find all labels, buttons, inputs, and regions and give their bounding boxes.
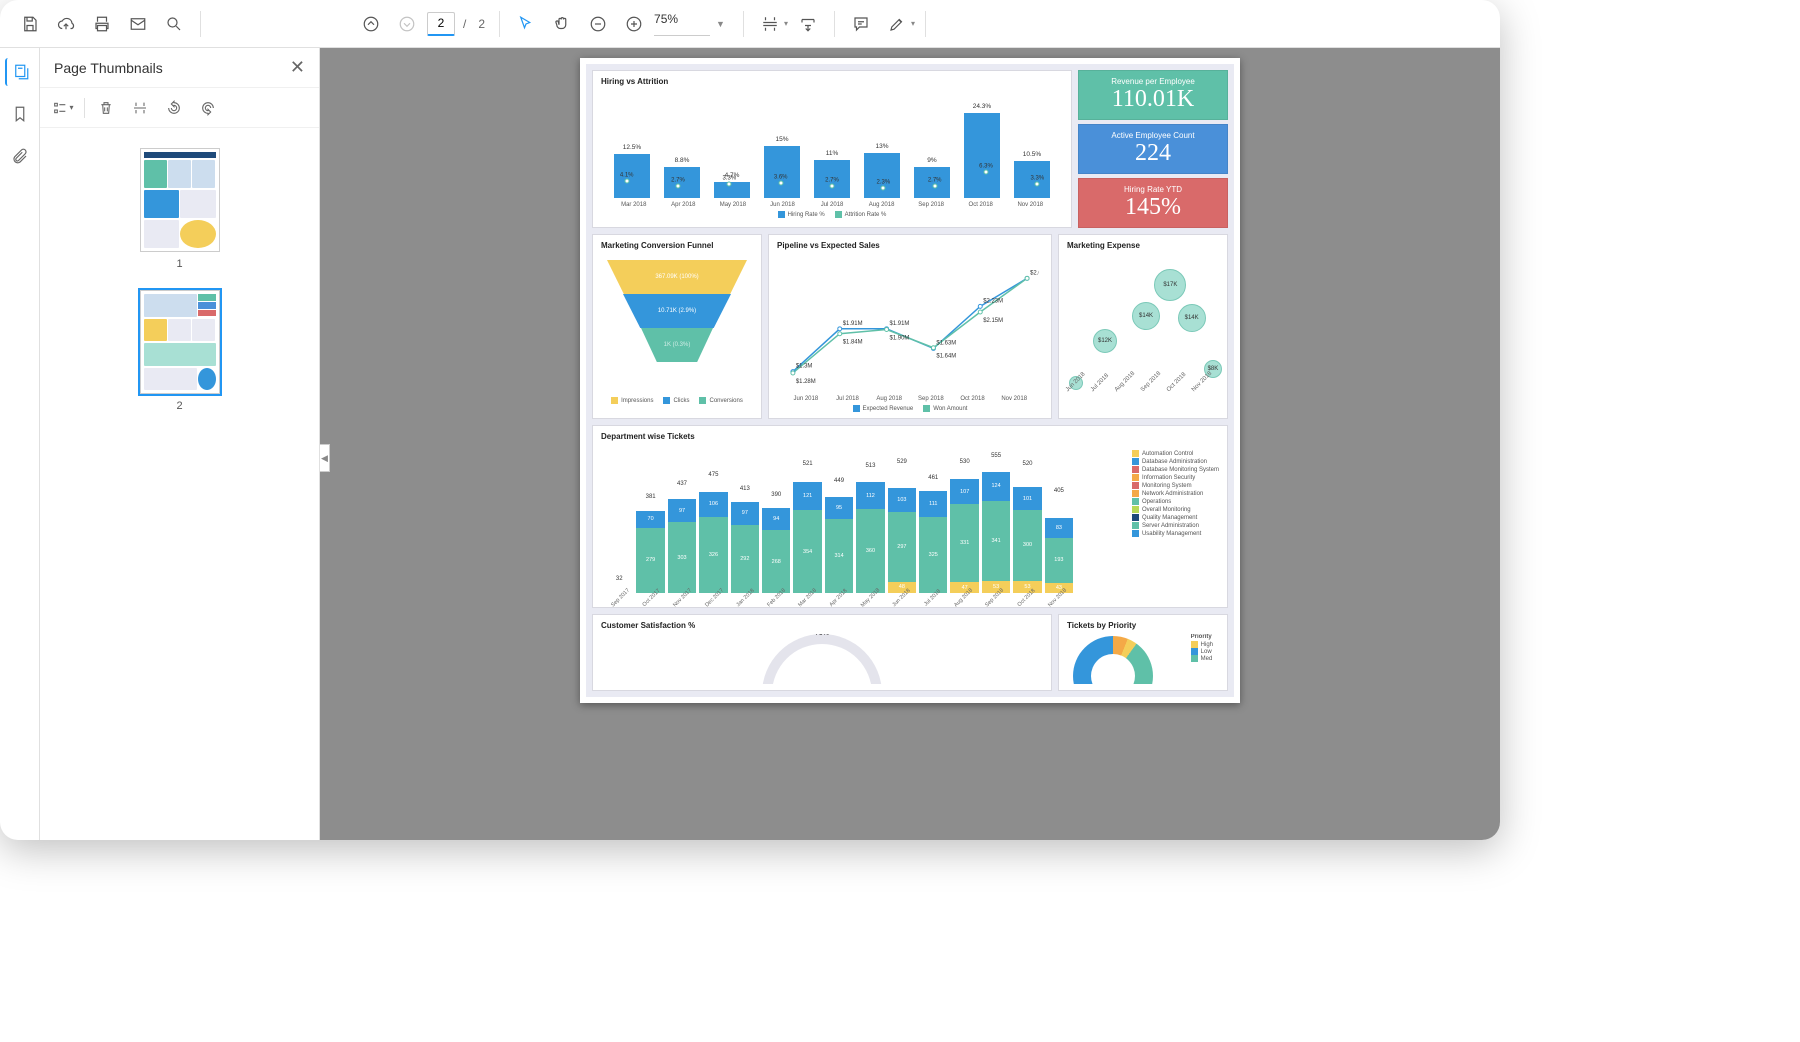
thumbnails-title: Page Thumbnails — [54, 60, 163, 76]
search-icon[interactable] — [158, 8, 190, 40]
chart-title: Customer Satisfaction % — [601, 621, 1043, 630]
customer-satisfaction-chart: Customer Satisfaction % 79% — [592, 614, 1052, 691]
page-number-input[interactable] — [427, 12, 455, 36]
chart-title: Marketing Conversion Funnel — [601, 241, 753, 250]
fit-page-icon[interactable] — [754, 8, 786, 40]
kpi-card: Active Employee Count224 — [1078, 124, 1228, 174]
separator — [834, 11, 835, 37]
page-down-icon — [391, 8, 423, 40]
page-total: 2 — [478, 17, 485, 31]
close-icon[interactable]: ✕ — [290, 57, 305, 78]
thumbnail-page-2[interactable]: 2 — [140, 290, 220, 412]
kpi-card: Hiring Rate YTD145% — [1078, 178, 1228, 228]
svg-text:$1.91M: $1.91M — [843, 321, 863, 327]
thumb-label: 2 — [176, 400, 182, 412]
svg-text:$2.63M: $2.63M — [1030, 270, 1039, 276]
thumbnails-toolbar: ▾ — [40, 88, 319, 128]
tickets-by-priority-chart: Tickets by Priority Priority HighLowMed — [1058, 614, 1228, 691]
hiring-vs-attrition-chart: Hiring vs Attrition 12.5%4.1%8.8%2.7%4.7… — [592, 70, 1072, 228]
attachments-tab-icon[interactable] — [6, 142, 34, 170]
collapse-panel-icon[interactable]: ◀ — [320, 444, 330, 472]
tickets-legend: Automation ControlDatabase Administratio… — [1132, 450, 1219, 537]
thumbnail-page-1[interactable]: 1 — [140, 148, 220, 270]
svg-text:$1.84M: $1.84M — [843, 340, 863, 346]
chart-title: Tickets by Priority — [1067, 621, 1219, 630]
department-tickets-chart: Department wise Tickets 3227970381303974… — [592, 425, 1228, 608]
svg-text:$1.90M: $1.90M — [890, 335, 910, 341]
thumbnails-list: 1 2 — [40, 128, 319, 840]
zoom-out-icon[interactable] — [582, 8, 614, 40]
chart-title: Pipeline vs Expected Sales — [777, 241, 1043, 250]
delete-page-icon[interactable] — [93, 95, 119, 121]
highlight-pen-icon[interactable] — [881, 8, 913, 40]
thumbnails-panel: Page Thumbnails ✕ ▾ — [40, 48, 320, 840]
main-area: Page Thumbnails ✕ ▾ — [0, 48, 1500, 840]
pan-hand-icon[interactable] — [546, 8, 578, 40]
svg-text:$1.64M: $1.64M — [936, 354, 956, 360]
kpi-card: Revenue per Employee110.01K — [1078, 70, 1228, 120]
pdf-viewer-window: / 2 75% ▼ ▾ ▾ Page Thumbnails ✕ — [0, 0, 1500, 840]
pipeline-chart: Pipeline vs Expected Sales $1.3M $1.28M $1… — [768, 234, 1052, 419]
marketing-funnel-chart: Marketing Conversion Funnel 367.09K (100… — [592, 234, 762, 419]
chart-title: Hiring vs Attrition — [601, 77, 1063, 86]
fit-width-icon[interactable] — [792, 8, 824, 40]
email-icon[interactable] — [122, 8, 154, 40]
svg-text:$2.23M: $2.23M — [983, 298, 1003, 304]
left-rail — [0, 48, 40, 840]
pdf-page: Hiring vs Attrition 12.5%4.1%8.8%2.7%4.7… — [580, 58, 1240, 703]
zoom-in-icon[interactable] — [618, 8, 650, 40]
print-icon[interactable] — [86, 8, 118, 40]
separator — [499, 11, 500, 37]
page-separator: / — [463, 17, 466, 31]
separator — [743, 11, 744, 37]
page-up-icon[interactable] — [355, 8, 387, 40]
svg-text:$2.15M: $2.15M — [983, 318, 1003, 324]
rotate-ccw-icon[interactable] — [161, 95, 187, 121]
comment-icon[interactable] — [845, 8, 877, 40]
upload-cloud-icon[interactable] — [50, 8, 82, 40]
organize-pages-icon[interactable] — [127, 95, 153, 121]
separator — [925, 11, 926, 37]
rotate-cw-icon[interactable] — [195, 95, 221, 121]
cursor-select-icon[interactable] — [510, 8, 542, 40]
kpi-stack: Revenue per Employee110.01KActive Employ… — [1078, 70, 1228, 228]
thumbnails-tab-icon[interactable] — [5, 58, 33, 86]
thumb-options-icon[interactable]: ▾ — [50, 95, 76, 121]
chevron-down-icon[interactable]: ▼ — [716, 19, 725, 29]
chart-title: Marketing Expense — [1067, 241, 1219, 250]
zoom-level-select[interactable]: 75% — [654, 12, 710, 36]
separator — [200, 11, 201, 37]
svg-text:$1.91M: $1.91M — [890, 321, 910, 327]
toolbar: / 2 75% ▼ ▾ ▾ — [0, 0, 1500, 48]
svg-text:$1.28M: $1.28M — [796, 379, 816, 385]
svg-text:$1.3M: $1.3M — [796, 364, 813, 370]
save-icon[interactable] — [14, 8, 46, 40]
document-viewport[interactable]: ◀ Hiring vs Attrition 12.5%4.1%8.8%2.7%4… — [320, 48, 1500, 840]
thumb-label: 1 — [176, 258, 182, 270]
bookmarks-tab-icon[interactable] — [6, 100, 34, 128]
marketing-expense-chart: Marketing Expense $12K$14K$17K$14K$8KJun… — [1058, 234, 1228, 419]
svg-text:$1.63M: $1.63M — [936, 340, 956, 346]
chart-title: Department wise Tickets — [601, 432, 1077, 441]
